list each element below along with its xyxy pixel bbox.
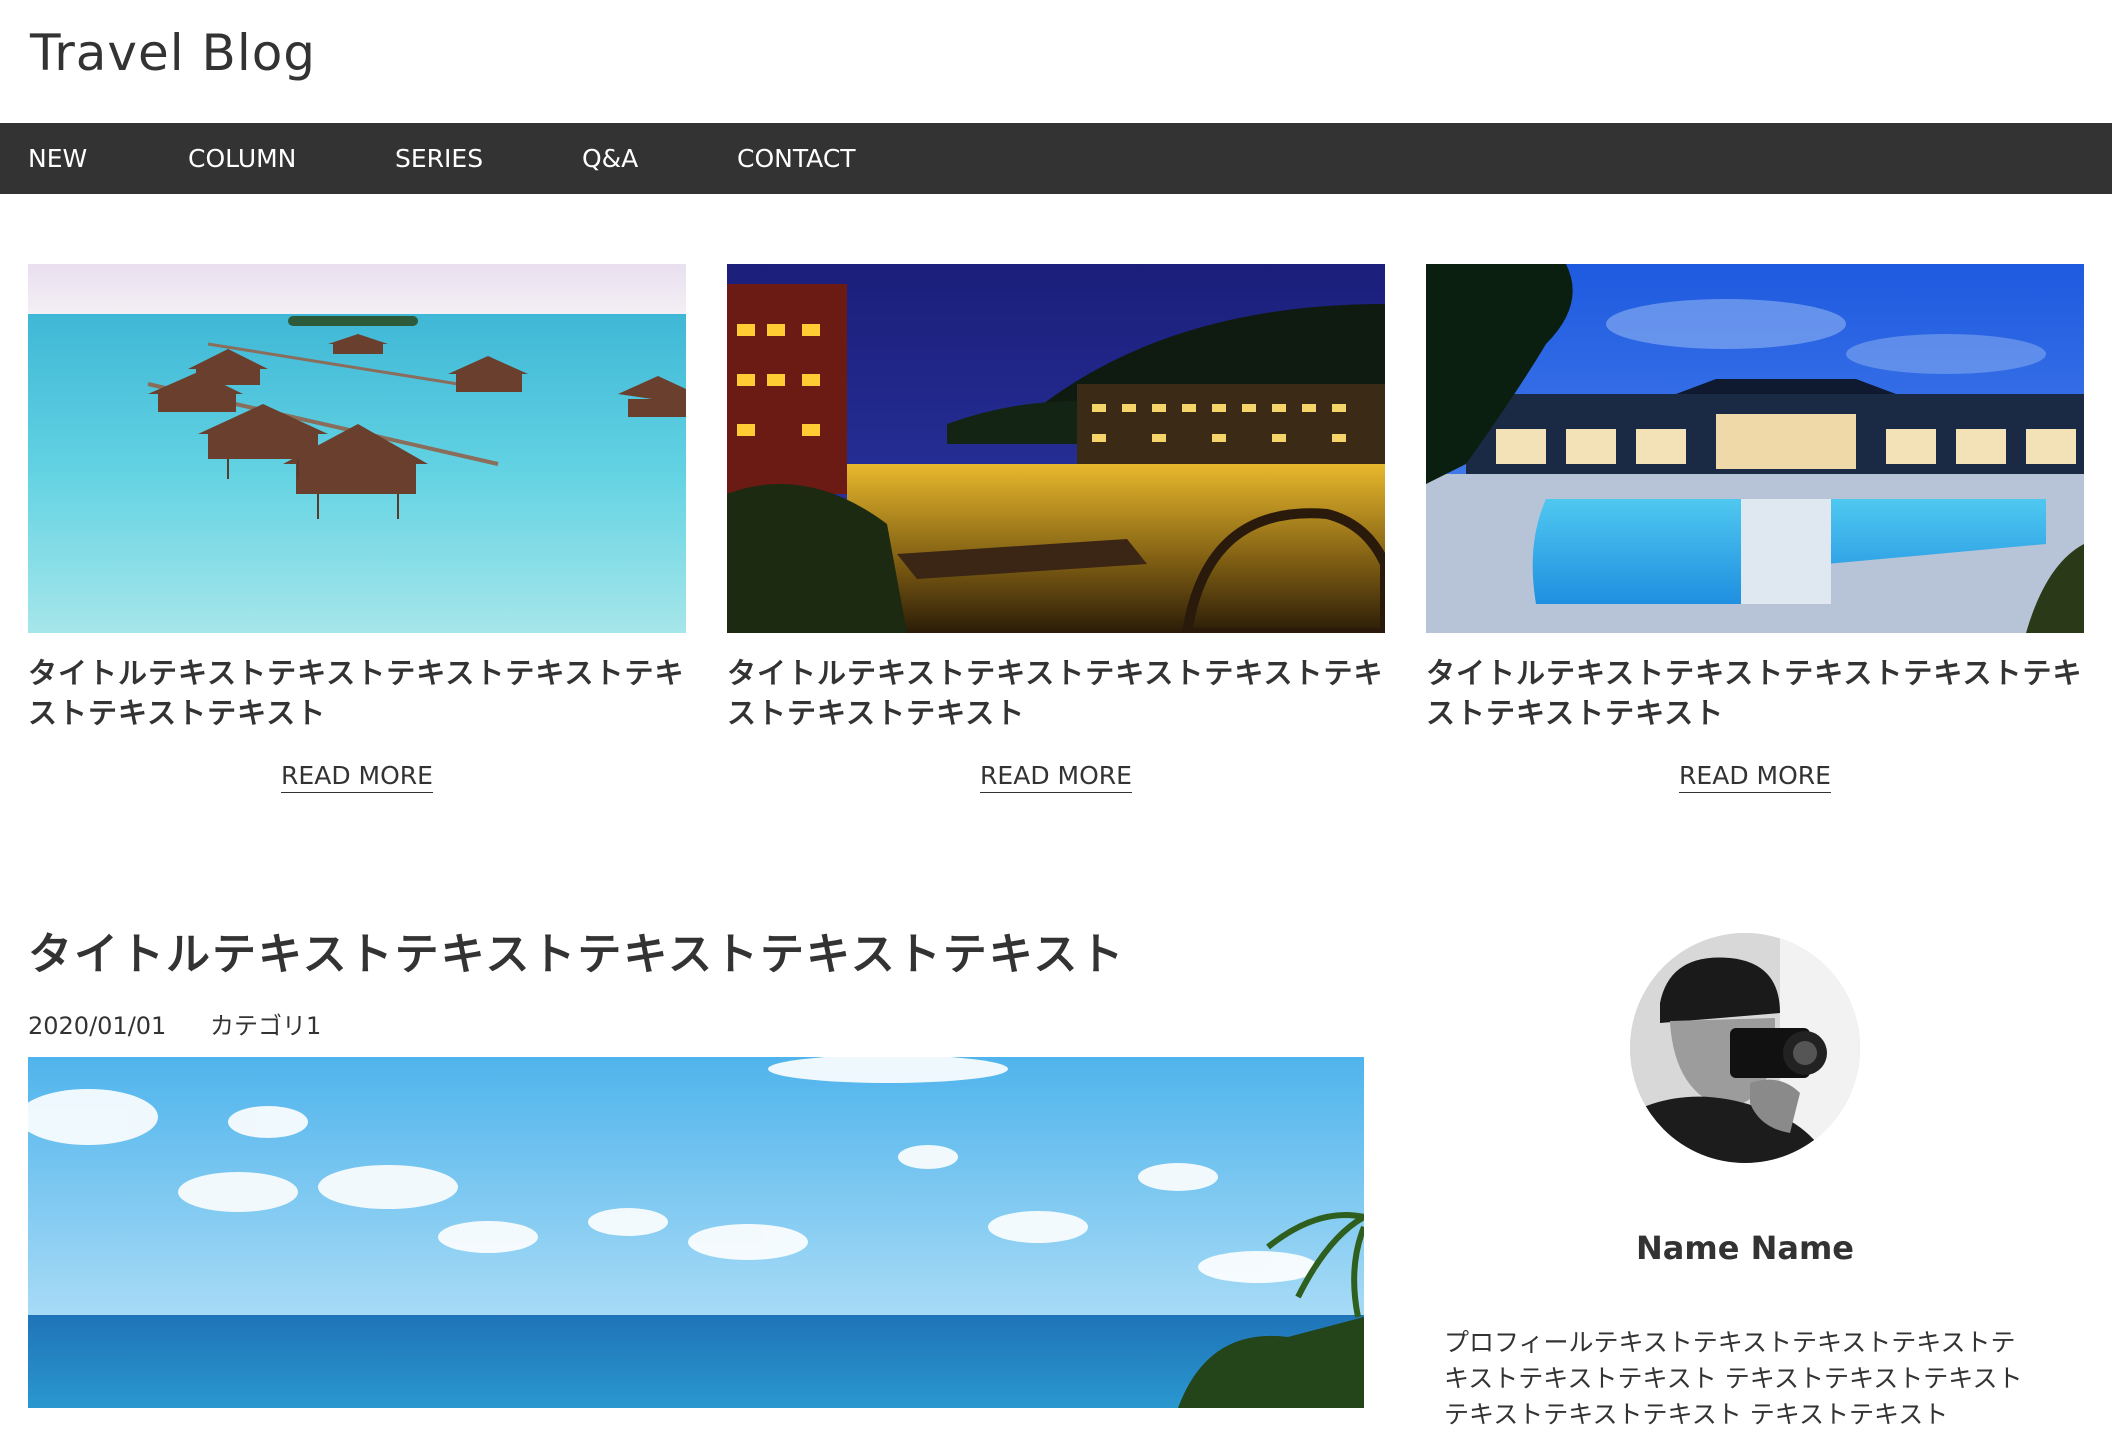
- nav-item-contact[interactable]: CONTACT: [737, 123, 856, 194]
- article-card: タイトルテキストテキストテキストテキストテキストテキストテキスト READ MO…: [727, 264, 1385, 793]
- nav-item-new[interactable]: NEW: [28, 123, 87, 194]
- card-title[interactable]: タイトルテキストテキストテキストテキストテキストテキストテキスト: [727, 653, 1385, 733]
- ocean-palm-photo: [28, 1057, 1364, 1408]
- night-river-town-photo[interactable]: [727, 264, 1385, 633]
- profile-sidebar: Name Name プロフィールテキストテキストテキストテキストテキストテキスト…: [1420, 933, 2070, 1433]
- nav-item-qa[interactable]: Q&A: [582, 123, 638, 194]
- nav-item-series[interactable]: SERIES: [395, 123, 483, 194]
- article-card: タイトルテキストテキストテキストテキストテキストテキストテキスト READ MO…: [1426, 264, 2084, 793]
- nav-item-column[interactable]: COLUMN: [188, 123, 296, 194]
- overwater-bungalows-photo[interactable]: [28, 264, 686, 633]
- read-more-link[interactable]: READ MORE: [281, 761, 433, 793]
- post-category[interactable]: カテゴリ1: [210, 1012, 321, 1040]
- profile-text: プロフィールテキストテキストテキストテキストテキストテキストテキスト テキストテ…: [1444, 1328, 2023, 1429]
- main-nav: NEW COLUMN SERIES Q&A CONTACT: [0, 123, 2112, 194]
- card-title[interactable]: タイトルテキストテキストテキストテキストテキストテキストテキスト: [28, 653, 686, 733]
- resort-pool-photo[interactable]: [1426, 264, 2084, 633]
- read-more-link[interactable]: READ MORE: [1679, 761, 1831, 793]
- photographer-avatar: [1630, 933, 1860, 1163]
- post-meta: 2020/01/01 カテゴリ1: [28, 1006, 357, 1041]
- article-card: タイトルテキストテキストテキストテキストテキストテキストテキスト READ MO…: [28, 264, 686, 793]
- profile-name: Name Name: [1636, 1229, 1854, 1267]
- read-more-link[interactable]: READ MORE: [980, 761, 1132, 793]
- card-title[interactable]: タイトルテキストテキストテキストテキストテキストテキストテキスト: [1426, 653, 2084, 733]
- site-title[interactable]: Travel Blog: [30, 24, 316, 82]
- post-date: 2020/01/01: [28, 1012, 167, 1040]
- post-title[interactable]: タイトルテキストテキストテキストテキストテキスト: [28, 918, 1125, 982]
